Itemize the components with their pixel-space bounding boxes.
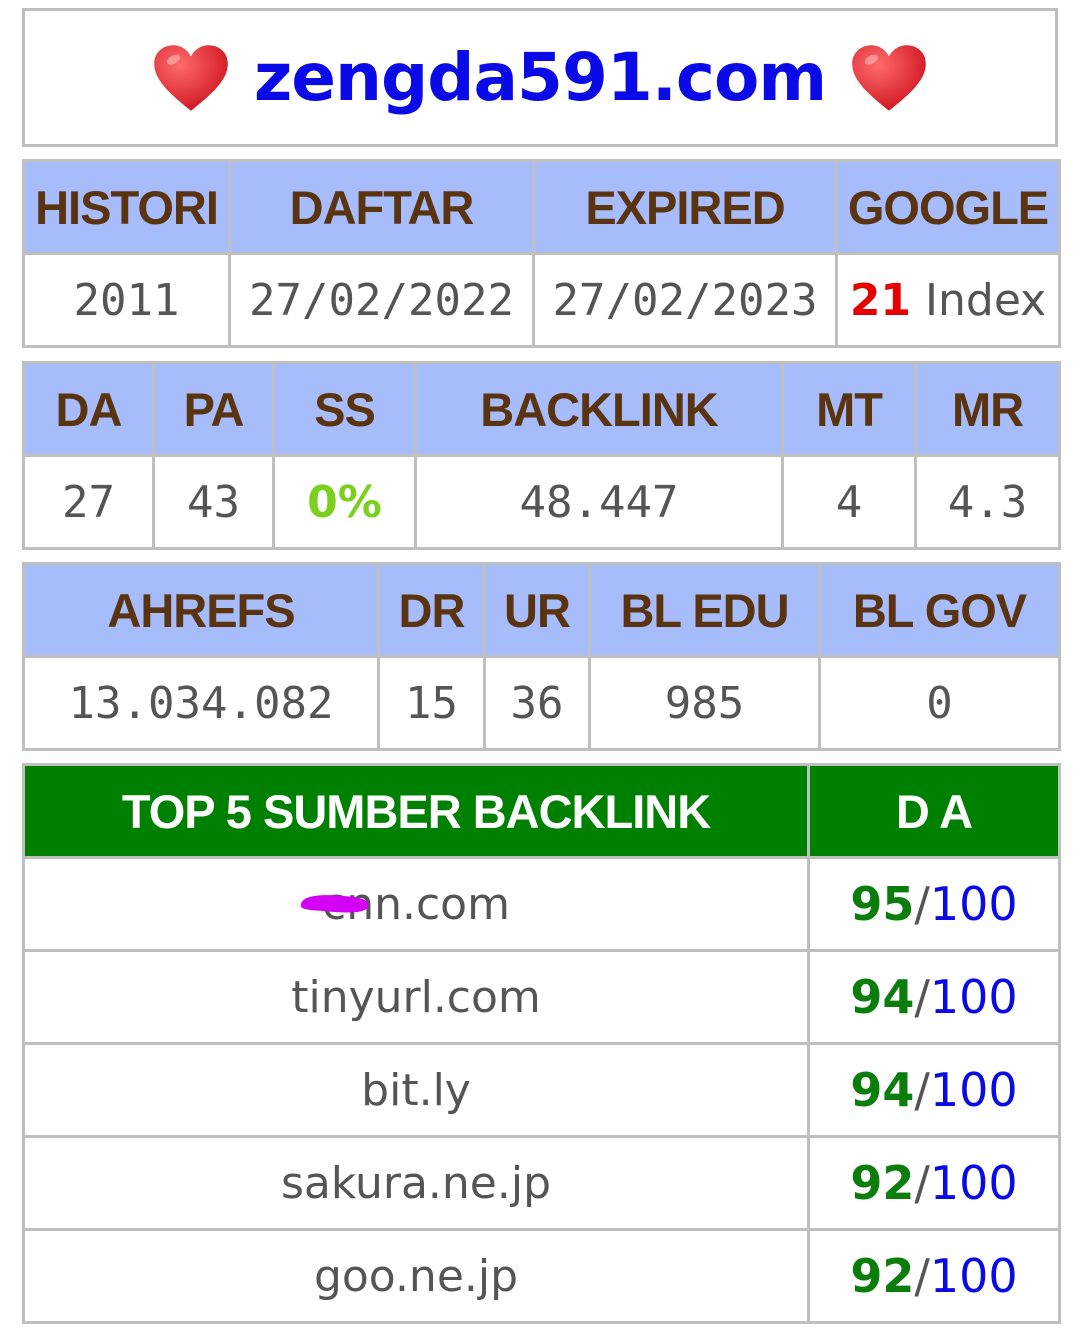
- header-da: DA: [22, 361, 155, 457]
- header-dr: DR: [377, 562, 486, 658]
- header-ahrefs: AHREFS: [22, 562, 380, 658]
- scribble-mark: [300, 895, 369, 913]
- source-da: 94/100: [807, 949, 1061, 1045]
- da-max: 100: [929, 877, 1018, 931]
- source-site: bit.ly: [22, 1042, 810, 1138]
- source-da: 94/100: [807, 1042, 1061, 1138]
- header-histori: HISTORI: [22, 159, 231, 255]
- header-ur: UR: [483, 562, 591, 658]
- heart-icon: [154, 44, 228, 111]
- da-max: 100: [929, 1063, 1018, 1117]
- da-score: 92: [850, 1156, 915, 1210]
- spam-score: 0%: [307, 476, 382, 528]
- header-bl-gov: BL GOV: [818, 562, 1061, 658]
- value-da: 27: [22, 454, 155, 550]
- top-sources-table: TOP 5 SUMBER BACKLINK D A cnn.com 95/100…: [22, 763, 1061, 1324]
- value-mt: 4: [781, 454, 917, 550]
- header-bl-edu: BL EDU: [588, 562, 821, 658]
- da-separator: /: [914, 877, 930, 931]
- da-max: 100: [929, 1249, 1018, 1303]
- heart-icon: [852, 44, 926, 111]
- value-histori: 2011: [22, 252, 231, 348]
- source-site: cnn.com: [22, 856, 810, 952]
- value-backlink: 48.447: [414, 454, 784, 550]
- source-da: 95/100: [807, 856, 1061, 952]
- header-google: GOOGLE: [835, 159, 1061, 255]
- da-separator: /: [914, 1249, 930, 1303]
- da-max: 100: [929, 1156, 1018, 1210]
- table-row: goo.ne.jp 92/100: [22, 1228, 1061, 1324]
- google-index-label: Index: [925, 274, 1047, 326]
- value-ahrefs: 13.034.082: [22, 655, 380, 751]
- header-backlink: BACKLINK: [414, 361, 784, 457]
- header-ss: SS: [272, 361, 417, 457]
- source-da: 92/100: [807, 1135, 1061, 1231]
- value-google: 21 Index: [835, 252, 1061, 348]
- value-bl-gov: 0: [818, 655, 1061, 751]
- table-row: cnn.com 95/100: [22, 856, 1061, 952]
- value-ur: 36: [483, 655, 591, 751]
- source-site: goo.ne.jp: [22, 1228, 810, 1324]
- header-pa: PA: [152, 361, 275, 457]
- da-separator: /: [914, 970, 930, 1024]
- value-dr: 15: [377, 655, 486, 751]
- da-separator: /: [914, 1063, 930, 1117]
- moz-table: DA PA SS BACKLINK MT MR 27 43 0% 48.447 …: [22, 361, 1061, 550]
- value-ss: 0%: [272, 454, 417, 550]
- table-row: bit.ly 94/100: [22, 1042, 1061, 1138]
- value-bl-edu: 985: [588, 655, 821, 751]
- value-daftar: 27/02/2022: [228, 252, 535, 348]
- table-row: sakura.ne.jp 92/100: [22, 1135, 1061, 1231]
- source-site: tinyurl.com: [22, 949, 810, 1045]
- domain-title: zengda591.com: [253, 39, 827, 116]
- title-box: zengda591.com: [22, 8, 1058, 147]
- info-table: HISTORI DAFTAR EXPIRED GOOGLE 2011 27/02…: [22, 159, 1061, 348]
- header-top-sources: TOP 5 SUMBER BACKLINK: [22, 763, 810, 859]
- da-score: 94: [850, 970, 915, 1024]
- google-index-count: 21: [849, 274, 912, 326]
- header-daftar: DAFTAR: [228, 159, 535, 255]
- da-separator: /: [914, 1156, 930, 1210]
- table-row: tinyurl.com 94/100: [22, 949, 1061, 1045]
- da-max: 100: [929, 970, 1018, 1024]
- source-site: sakura.ne.jp: [22, 1135, 810, 1231]
- source-da: 92/100: [807, 1228, 1061, 1324]
- header-mr: MR: [914, 361, 1061, 457]
- da-score: 92: [850, 1249, 915, 1303]
- ahrefs-table: AHREFS DR UR BL EDU BL GOV 13.034.082 15…: [22, 562, 1061, 751]
- header-expired: EXPIRED: [532, 159, 838, 255]
- da-score: 95: [850, 877, 915, 931]
- value-expired: 27/02/2023: [532, 252, 838, 348]
- header-da-score: D A: [807, 763, 1061, 859]
- da-score: 94: [850, 1063, 915, 1117]
- header-mt: MT: [781, 361, 917, 457]
- value-mr: 4.3: [914, 454, 1061, 550]
- value-pa: 43: [152, 454, 275, 550]
